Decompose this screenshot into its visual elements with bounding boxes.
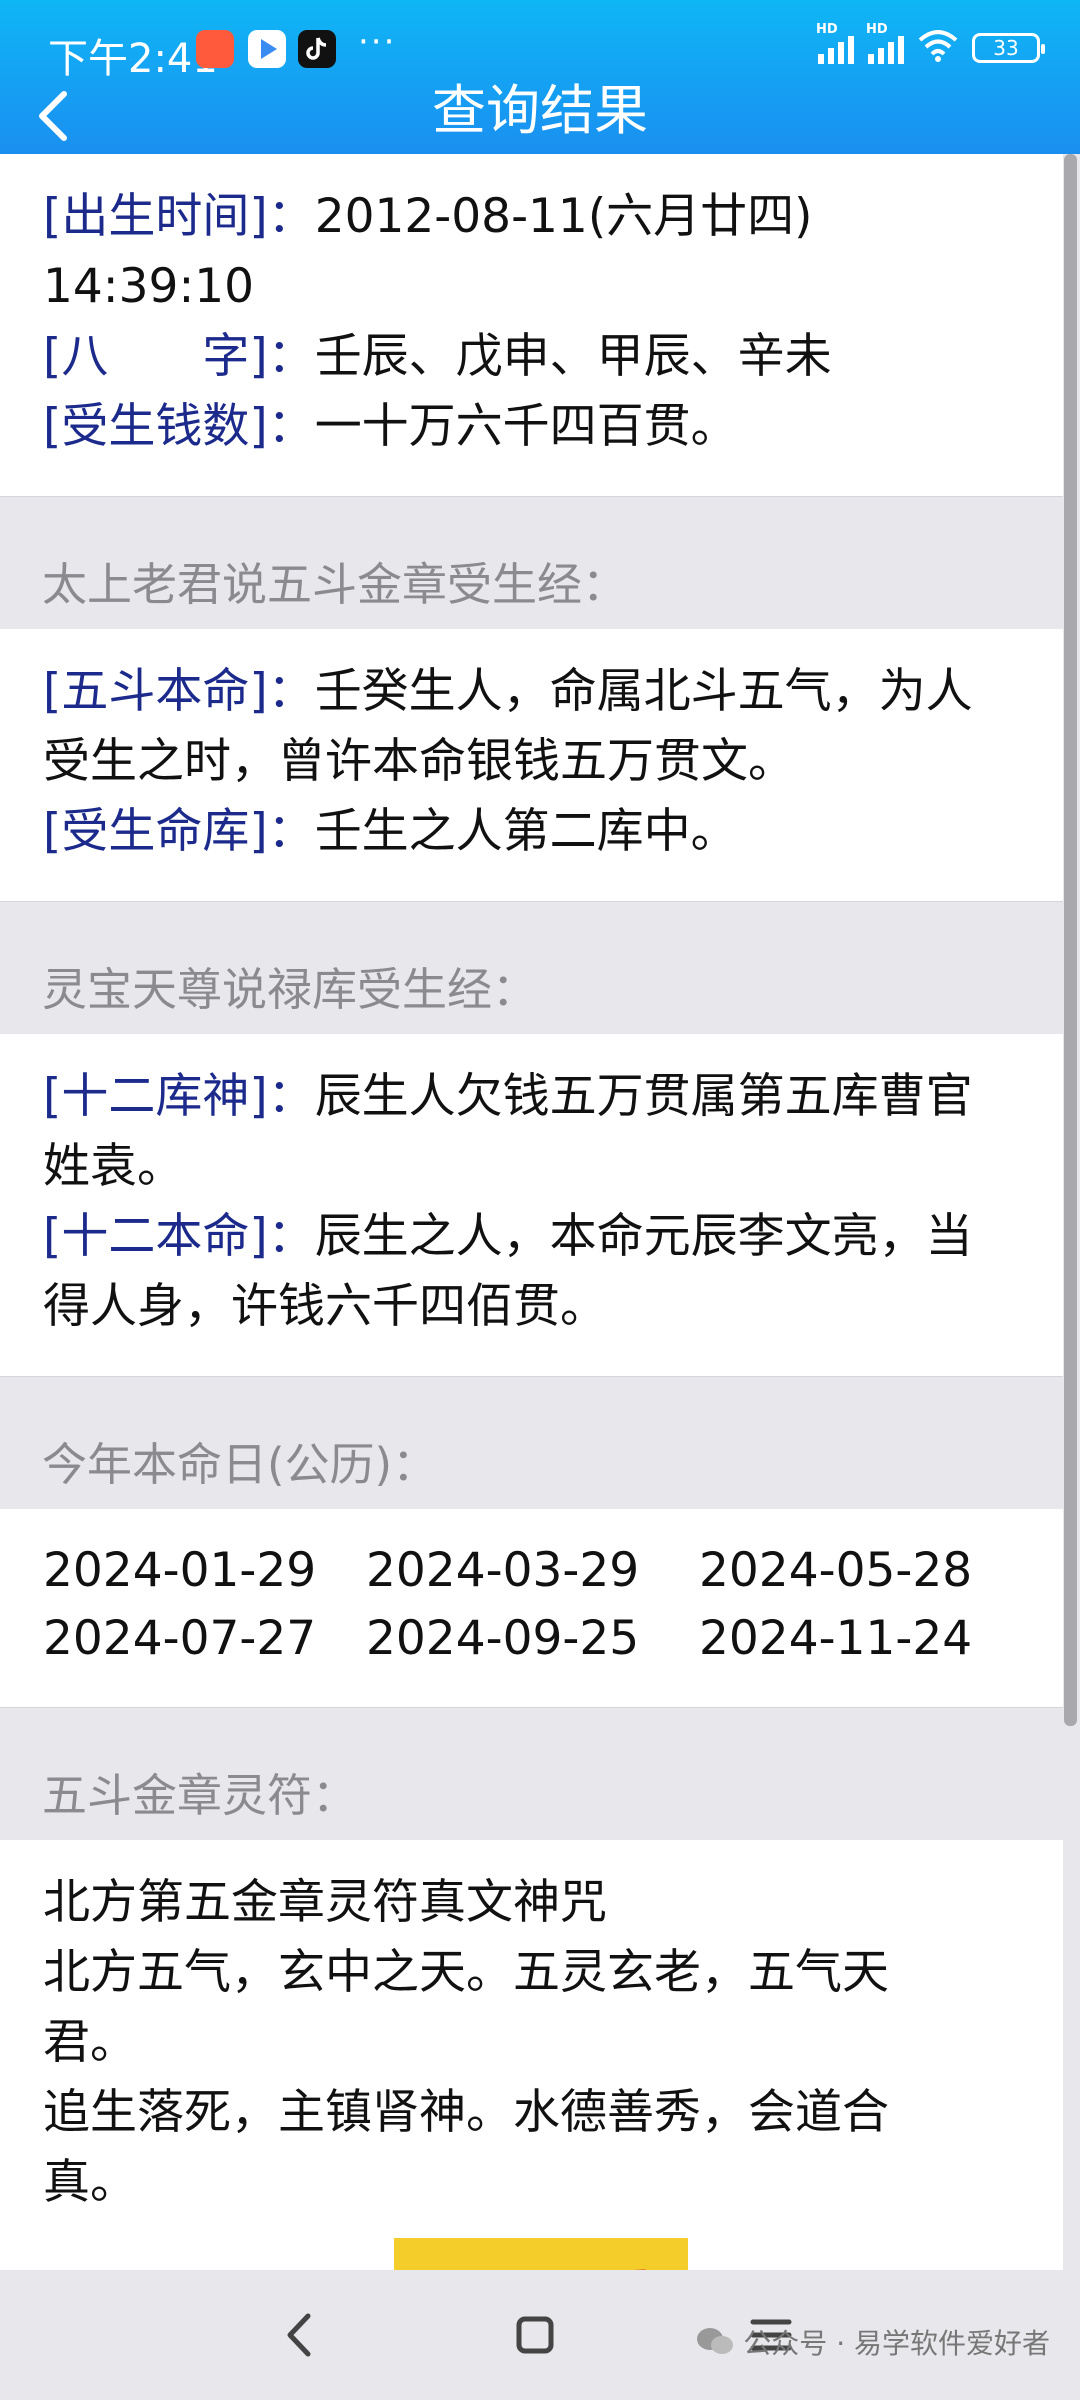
birth-time-row: [出生时间]：2012-08-11(六月廿四) 14:39:10 bbox=[43, 182, 1023, 322]
nav-back-button[interactable] bbox=[264, 2300, 334, 2370]
notification-app-icon bbox=[196, 30, 234, 68]
money-value: 一十万六千四百贯。 bbox=[314, 399, 738, 454]
money-label: [受生钱数]： bbox=[43, 399, 315, 454]
battery-icon: 33 bbox=[972, 33, 1045, 63]
wudou-mingku-value: 壬生之人第二库中。 bbox=[314, 804, 738, 859]
date-item: 2024-01-29 bbox=[43, 1543, 317, 1598]
lingbao-benming-row: [十二本命]：辰生之人，本命元辰李文亮，当 bbox=[43, 1202, 1023, 1272]
kushen-row: [十二库神]：辰生人欠钱五万贯属第五库曹官 bbox=[43, 1062, 1023, 1132]
wudou-mingku-label: [受生命库]： bbox=[43, 804, 315, 859]
scrollbar[interactable] bbox=[1064, 154, 1077, 1726]
date-item: 2024-07-27 bbox=[43, 1611, 317, 1666]
section-heading-fu: 五斗金章灵符： bbox=[42, 1769, 358, 1822]
fu-text-line: 北方五气，玄中之天。五灵玄老，五气天 bbox=[43, 1945, 889, 2000]
result-content[interactable]: [出生时间]：2012-08-11(六月廿四) 14:39:10 [八 字]：壬… bbox=[0, 154, 1063, 2270]
date-item: 2024-05-28 bbox=[699, 1543, 973, 1598]
cellular-signal-icon: HD bbox=[816, 22, 854, 64]
date-item: 2024-09-25 bbox=[366, 1611, 640, 1666]
dates-card: 2024-01-29 2024-03-29 2024-05-28 2024-07… bbox=[0, 1509, 1063, 1708]
nav-home-button[interactable] bbox=[500, 2300, 570, 2370]
more-notifications-icon: ··· bbox=[358, 22, 397, 62]
talisman-image bbox=[394, 2238, 688, 2270]
section-heading-dates: 今年本命日(公历)： bbox=[42, 1438, 438, 1491]
wudou-benming-text-cont: 受生之时，曾许本命银钱五万贯文。 bbox=[43, 734, 795, 789]
wechat-icon bbox=[697, 2328, 734, 2354]
wudou-mingku-row: [受生命库]：壬生之人第二库中。 bbox=[43, 797, 1023, 867]
fu-text-line: 真。 bbox=[43, 2155, 137, 2210]
status-indicators: HD HD 33 bbox=[816, 22, 1045, 70]
status-bar: 下午2:41 ··· HD HD 33 bbox=[0, 0, 1080, 82]
wudou-benming-label: [五斗本命]： bbox=[43, 664, 315, 719]
lingbao-card: [十二库神]：辰生人欠钱五万贯属第五库曹官 姓袁。 [十二本命]：辰生之人，本命… bbox=[0, 1034, 1063, 1377]
wudou-card: [五斗本命]：壬癸生人，命属北斗五气，为人 受生之时，曾许本命银钱五万贯文。 [… bbox=[0, 629, 1063, 902]
wudou-benming-text: 壬癸生人，命属北斗五气，为人 bbox=[314, 664, 973, 719]
nav-home-icon bbox=[516, 2316, 554, 2354]
section-heading-lingbao: 灵宝天尊说禄库受生经： bbox=[42, 963, 538, 1016]
wudou-benming-row: [五斗本命]：壬癸生人，命属北斗五气，为人 bbox=[43, 657, 1023, 727]
date-item: 2024-11-24 bbox=[699, 1611, 973, 1666]
kushen-text-cont: 姓袁。 bbox=[43, 1139, 184, 1194]
app-header: 下午2:41 ··· HD HD 33 查询结果 bbox=[0, 0, 1080, 154]
kushen-label: [十二库神]： bbox=[43, 1069, 315, 1124]
wifi-icon bbox=[918, 30, 958, 66]
bazi-value: 壬辰、戊申、甲辰、辛未 bbox=[314, 329, 832, 384]
nav-back-icon bbox=[287, 2313, 311, 2357]
lingbao-benming-label: [十二本命]： bbox=[43, 1209, 315, 1264]
watermark-text: 公众号 · 易学软件爱好者 bbox=[743, 2327, 1050, 2360]
bazi-label: [八 字]： bbox=[43, 329, 315, 384]
bazi-row: [八 字]：壬辰、戊申、甲辰、辛未 bbox=[43, 322, 1023, 392]
fu-text-line: 追生落死，主镇肾神。水德善秀，会道合 bbox=[43, 2085, 889, 2140]
lingbao-benming-text-cont: 得人身，许钱六千四佰贯。 bbox=[43, 1279, 607, 1334]
lingbao-benming-text: 辰生之人，本命元辰李文亮，当 bbox=[314, 1209, 973, 1264]
fu-card: 北方第五金章灵符真文神咒 北方五气，玄中之天。五灵玄老，五气天 君。 追生落死，… bbox=[0, 1840, 1063, 2270]
fu-text-line: 北方第五金章灵符真文神咒 bbox=[43, 1875, 607, 1930]
fu-text-line: 君。 bbox=[43, 2015, 137, 2070]
dates-grid: 2024-01-29 2024-03-29 2024-05-28 2024-07… bbox=[43, 1537, 1023, 1673]
section-heading-wudou: 太上老君说五斗金章受生经： bbox=[42, 558, 628, 611]
system-navigation-bar: 公众号 · 易学软件爱好者 bbox=[0, 2270, 1080, 2400]
birth-time-label: [出生时间]： bbox=[43, 189, 315, 244]
money-row: [受生钱数]：一十万六千四百贯。 bbox=[43, 392, 1023, 462]
basic-info-card: [出生时间]：2012-08-11(六月廿四) 14:39:10 [八 字]：壬… bbox=[0, 154, 1063, 497]
tiktok-app-icon bbox=[298, 30, 336, 68]
page-title: 查询结果 bbox=[432, 79, 648, 142]
video-app-icon bbox=[248, 30, 286, 68]
watermark: 公众号 · 易学软件爱好者 bbox=[695, 2322, 1050, 2362]
cellular-signal-2-icon: HD bbox=[866, 22, 904, 64]
date-item: 2024-03-29 bbox=[366, 1543, 640, 1598]
kushen-text: 辰生人欠钱五万贯属第五库曹官 bbox=[314, 1069, 973, 1124]
